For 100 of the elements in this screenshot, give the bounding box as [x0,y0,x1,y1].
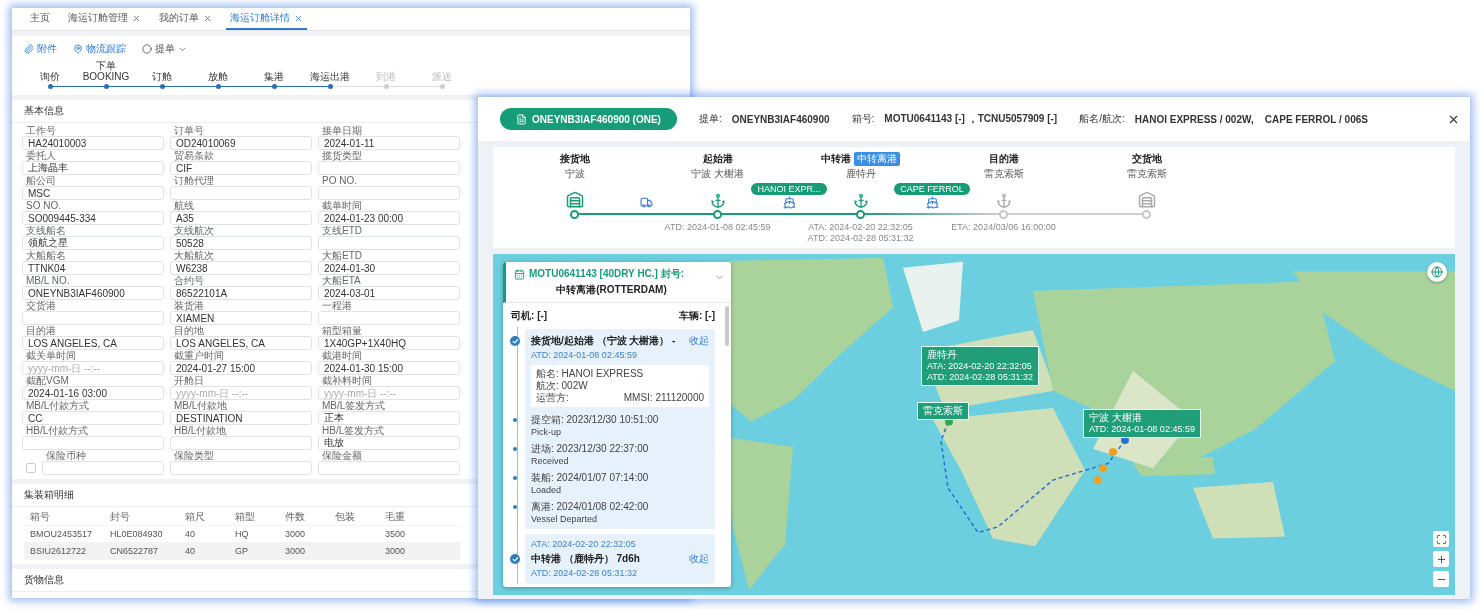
stop-time: ATD: 2024-02-28 05:31:32 [807,233,914,244]
input-field[interactable]: SO009445-334 [22,211,164,225]
info-label: 箱号: [851,112,875,126]
input-field[interactable]: 2024-01-23 00:00 [318,211,460,225]
field-label: 订单号 [173,125,205,136]
field-label: MB/L签发方式 [321,400,387,411]
field-label: 大船ETD [321,250,363,261]
document-icon [516,113,527,125]
tab[interactable]: 我的订单 [155,8,216,30]
input-field[interactable]: MSC [22,186,164,200]
info-label: 船名/航次: [1079,112,1125,126]
zoom-out-button[interactable] [1433,571,1449,587]
collapse-link[interactable]: 收起 [689,334,709,348]
input-field[interactable]: XIAMEN [170,311,312,325]
info-label: 提单: [698,112,722,126]
event-time: 提空箱: 2023/12/30 10:51:00 [531,413,660,426]
input-field[interactable]: 50528 [170,236,312,250]
input-field[interactable]: 领航之星 [22,236,164,250]
input-field[interactable]: yyyy-mm-日 --:-- [170,386,312,400]
info-value: MOTU0641143 [-] ，TCNU5057909 [-] [884,112,1058,126]
input-field[interactable]: 86522101A [170,286,312,300]
input-field[interactable]: 上海晶丰 [22,161,164,175]
input-field[interactable] [318,461,460,475]
input-field[interactable] [318,186,460,200]
popup-text: ATD: 2024-02-28 05:31:32 [927,372,1033,383]
column-header: 件数 [285,510,306,524]
input-field[interactable] [318,161,460,175]
toolbar-button[interactable]: 附件 [24,42,57,56]
input-field[interactable]: 2024-01-30 [318,261,460,275]
column-header: 箱尺 [185,510,206,524]
stop-title: 目的港 [988,152,1019,166]
input-field[interactable]: 2024-01-16 03:00 [22,386,164,400]
container-status: 中转离港(ROTTERDAM) [556,283,667,297]
stop-title: 中转港 [821,152,851,166]
column-header: 毛重 [385,510,406,524]
field-label: 贸易条款 [173,150,215,161]
input-field[interactable] [170,436,312,450]
input-field[interactable] [42,461,164,475]
toolbar-button[interactable]: 提单 [142,42,187,56]
field-label: 装货港 [173,300,205,311]
stop-title: 起始港 [702,152,733,166]
stage-title: 中转港 （鹿特丹） 7d6h [531,552,640,566]
ship-icon [925,196,939,209]
stop-place: 宁波 大榭港 [691,167,744,181]
checkbox[interactable] [26,463,36,473]
scrollbar-thumb [725,306,729,346]
table-cell-text: 3000 [285,529,307,539]
input-field[interactable]: ONEYNB3IAF460900 [22,286,164,300]
table-cell-text: 3500 [385,529,407,539]
input-field[interactable] [22,436,164,450]
input-field[interactable]: 正本 [318,411,460,425]
input-field[interactable]: HA24010003 [22,136,164,150]
event-dot [513,505,517,509]
input-field[interactable]: LOS ANGELES, CA [170,336,312,350]
input-field[interactable]: W6238 [170,261,312,275]
input-field[interactable] [170,186,312,200]
close-icon[interactable] [294,13,303,23]
field-label: 保险类型 [173,450,215,461]
truck-icon [639,196,653,209]
input-field[interactable]: 2024-01-30 15:00 [318,361,460,375]
zoom-in-button[interactable] [1433,551,1449,567]
field-label: PO NO. [321,175,358,186]
close-icon[interactable] [132,13,141,23]
circle-icon [142,44,152,54]
input-field[interactable]: TTNK04 [22,261,164,275]
input-field[interactable] [318,311,460,325]
table-row[interactable]: BSIU2612722 CN6522787 40 GP 3000 3000 [24,543,460,560]
field-label: 大船ETA [321,275,362,286]
fullscreen-button[interactable] [1433,531,1449,547]
bill-badge: ONEYNB3IAF460900 (ONE) [500,108,677,130]
input-field[interactable]: 1X40GP+1X40HQ [318,336,460,350]
tab[interactable]: 主页 [26,8,54,30]
collapse-link[interactable]: 收起 [689,552,709,566]
input-field[interactable]: DESTINATION [170,411,312,425]
plus-icon [1435,553,1447,565]
input-field[interactable]: 电放 [318,436,460,450]
stop-time: ATD: 2024-01-08 02:45:59 [664,222,771,233]
tab[interactable]: 海运订舱管理 [64,8,145,30]
input-field[interactable]: 2024-01-11 [318,136,460,150]
input-field[interactable]: 2024-01-27 15:00 [170,361,312,375]
input-field[interactable]: yyyy-mm-日 --:-- [318,386,460,400]
input-field[interactable]: A35 [170,211,312,225]
input-field[interactable] [22,311,164,325]
input-field[interactable]: 2024-03-01 [318,286,460,300]
input-field[interactable]: CIF [170,161,312,175]
calendar-icon [514,268,525,280]
column-header: 包装 [335,510,356,524]
vessel-text: 运营方: [536,392,569,404]
input-field[interactable]: LOS ANGELES, CA [22,336,164,350]
input-field[interactable] [318,236,460,250]
vehicle-text: 车辆: [-] [678,309,715,323]
toolbar-button[interactable]: 物流跟踪 [73,42,126,56]
input-field[interactable]: yyyy-mm-日 --:-- [22,361,164,375]
input-field[interactable]: CC [22,411,164,425]
table-cell-text: HL0E084930 [110,529,164,539]
input-field[interactable]: OD24010069 [170,136,312,150]
field-label: MB/L NO. [25,275,71,286]
field-label: 揽货类型 [321,150,363,161]
input-field[interactable] [170,461,312,475]
close-icon[interactable] [203,13,212,23]
